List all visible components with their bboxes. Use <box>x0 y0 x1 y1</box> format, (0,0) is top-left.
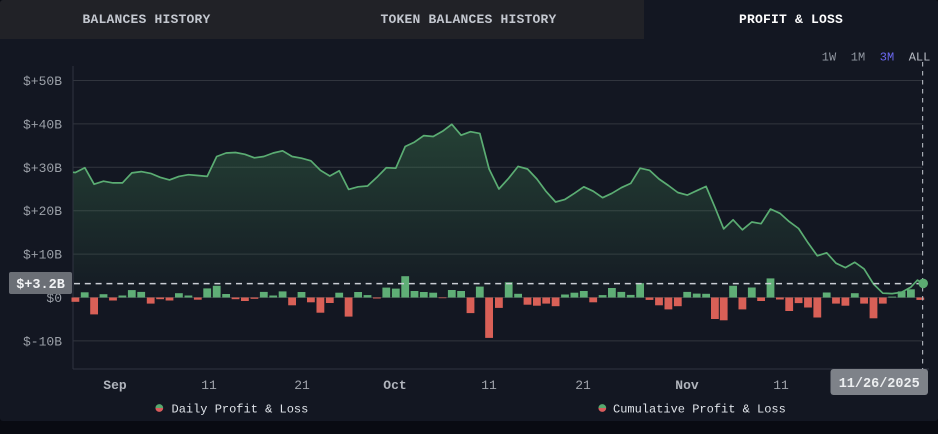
svg-text:$+50B: $+50B <box>23 74 62 89</box>
svg-text:Oct: Oct <box>383 378 406 393</box>
svg-text:11/26/2025: 11/26/2025 <box>839 377 920 392</box>
svg-text:11: 11 <box>773 378 789 393</box>
svg-text:1W: 1W <box>822 51 837 65</box>
svg-text:11: 11 <box>201 378 217 393</box>
svg-text:$+40B: $+40B <box>23 117 62 132</box>
svg-text:$+20B: $+20B <box>23 204 62 219</box>
svg-text:3M: 3M <box>880 51 894 65</box>
svg-text:ALL: ALL <box>909 51 931 65</box>
svg-text:Cumulative Profit & Loss: Cumulative Profit & Loss <box>613 403 786 417</box>
svg-text:1M: 1M <box>851 51 865 65</box>
svg-text:Sep: Sep <box>103 378 127 393</box>
svg-text:$+10B: $+10B <box>23 248 62 263</box>
svg-text:11: 11 <box>481 378 497 393</box>
svg-text:21: 21 <box>294 378 310 393</box>
svg-text:Daily Profit & Loss: Daily Profit & Loss <box>172 403 309 417</box>
svg-text:$-10B: $-10B <box>23 334 62 349</box>
svg-text:$+30B: $+30B <box>23 161 62 176</box>
svg-text:21: 21 <box>575 378 591 393</box>
svg-text:Nov: Nov <box>675 378 699 393</box>
svg-text:$+3.2B: $+3.2B <box>16 278 65 293</box>
